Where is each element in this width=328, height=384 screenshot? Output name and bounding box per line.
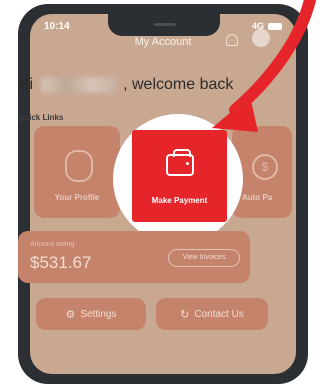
callout-arrow [212, 0, 316, 132]
arrow-shaft [229, 0, 316, 116]
arrow-head [212, 96, 258, 132]
